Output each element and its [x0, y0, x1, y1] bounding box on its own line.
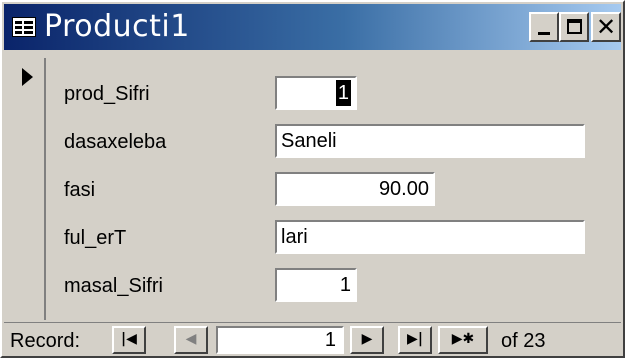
field-label-masal-sifri: masal_Sifri [64, 275, 163, 297]
next-record-icon: ▶ [361, 331, 373, 347]
record-selector[interactable] [10, 58, 46, 320]
fasi-field[interactable]: 90.00 [275, 172, 435, 206]
minimize-icon [538, 32, 550, 35]
maximize-button[interactable] [559, 12, 589, 42]
record-count-label: of 23 [501, 330, 546, 352]
first-record-button[interactable]: |◀ [112, 326, 146, 354]
ful-ert-field[interactable]: lari [275, 220, 585, 254]
masal-sifri-field[interactable]: 1 [275, 268, 357, 302]
maximize-icon [567, 19, 582, 34]
form-window: Producti1 ✕ prod_Sifri 1 dasaxeleba Sane… [0, 0, 625, 358]
minimize-button[interactable] [529, 12, 559, 42]
current-record-input[interactable]: 1 [216, 326, 344, 354]
current-record-arrow-icon [22, 68, 33, 86]
window-title: Producti1 [44, 9, 190, 44]
previous-record-button[interactable]: ◀ [174, 326, 208, 354]
close-icon: ✕ [595, 13, 617, 41]
last-record-icon: ▶| [407, 331, 423, 347]
record-navigation-bar: Record: |◀ ◀ 1 ▶ ▶| ▶✱ of 23 [4, 322, 621, 356]
table-form-icon[interactable] [12, 17, 36, 37]
field-label-fasi: fasi [64, 179, 96, 201]
close-button[interactable]: ✕ [591, 12, 621, 42]
dasaxeleba-field[interactable]: Saneli [275, 124, 585, 158]
next-record-button[interactable]: ▶ [350, 326, 384, 354]
field-label-ful-ert: ful_erT [64, 227, 127, 249]
new-record-icon: ▶✱ [451, 331, 475, 347]
field-label-prod-sifri: prod_Sifri [64, 83, 150, 105]
first-record-icon: |◀ [121, 331, 137, 347]
field-label-dasaxeleba: dasaxeleba [64, 131, 167, 153]
prod-sifri-value: 1 [335, 80, 351, 106]
previous-record-icon: ◀ [185, 331, 197, 347]
record-label: Record: [10, 330, 81, 352]
title-bar[interactable]: Producti1 ✕ [4, 4, 621, 50]
new-record-button[interactable]: ▶✱ [438, 326, 488, 354]
prod-sifri-field[interactable]: 1 [275, 76, 357, 110]
last-record-button[interactable]: ▶| [398, 326, 432, 354]
